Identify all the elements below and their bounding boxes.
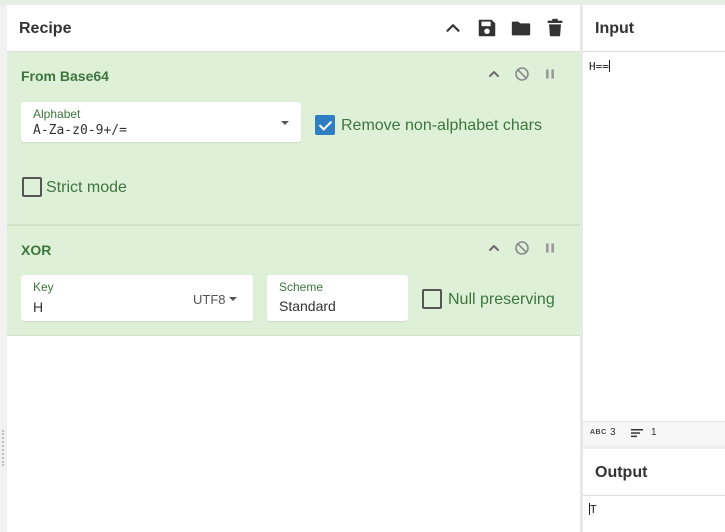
- load-recipe-folder-icon[interactable]: [510, 17, 532, 39]
- input-text: H==: [589, 60, 609, 73]
- left-resize-gutter[interactable]: [0, 5, 7, 532]
- strict-mode-label: Strict mode: [46, 179, 127, 196]
- key-input[interactable]: Key H UTF8: [21, 275, 253, 321]
- text-cursor: [608, 60, 610, 72]
- dropdown-caret-icon: [229, 297, 237, 301]
- collapse-chevron-up-icon[interactable]: [486, 66, 502, 82]
- scheme-select[interactable]: Scheme Standard: [267, 275, 408, 321]
- input-header: Input: [583, 5, 725, 52]
- strict-mode-checkbox[interactable]: [22, 177, 42, 197]
- output-text: T: [590, 503, 597, 516]
- save-recipe-icon[interactable]: [476, 17, 498, 39]
- collapse-all-chevron-up-icon[interactable]: [442, 17, 464, 39]
- disable-operation-icon[interactable]: [514, 240, 530, 256]
- null-preserving-label: Null preserving: [448, 291, 555, 308]
- output-title: Output: [595, 464, 648, 481]
- output-header: Output: [583, 449, 725, 496]
- disable-operation-icon[interactable]: [514, 66, 530, 82]
- output-textarea[interactable]: T: [589, 503, 597, 516]
- alphabet-value: A-Za-z0-9+/=: [33, 123, 127, 138]
- remove-non-alphabet-checkbox[interactable]: [315, 115, 335, 135]
- resize-grip-icon: [2, 430, 4, 466]
- recipe-header: Recipe: [7, 5, 580, 52]
- input-lines-value: 1: [651, 427, 657, 438]
- dropdown-caret-icon: [281, 121, 289, 125]
- key-encoding-dropdown[interactable]: UTF8: [193, 292, 226, 307]
- input-title: Input: [595, 20, 635, 37]
- key-value: H: [33, 299, 44, 315]
- operation-from-base64: From Base64 Alphabet A-Za-z0-9+/= Remove…: [7, 52, 580, 225]
- input-length-value: 3: [610, 427, 616, 438]
- length-abc-icon: ABC: [590, 429, 607, 436]
- alphabet-label: Alphabet: [33, 107, 81, 121]
- collapse-chevron-up-icon[interactable]: [486, 240, 502, 256]
- lines-icon: [631, 428, 643, 438]
- scheme-value: Standard: [279, 298, 336, 314]
- operation-title: From Base64: [21, 68, 109, 84]
- pause-breakpoint-icon[interactable]: [542, 66, 558, 82]
- input-textarea[interactable]: H==: [589, 60, 610, 73]
- input-status-bar: ABC 3 1: [583, 421, 725, 445]
- cyberchef-app: Recipe From Base64 Alphabet A-Za-z0-9+/=: [0, 0, 725, 532]
- alphabet-select[interactable]: Alphabet A-Za-z0-9+/=: [21, 102, 301, 142]
- operation-title: XOR: [21, 242, 52, 258]
- pause-breakpoint-icon[interactable]: [542, 240, 558, 256]
- recipe-title: Recipe: [19, 20, 72, 37]
- clear-recipe-trash-icon[interactable]: [544, 17, 566, 39]
- operation-xor: XOR Key H UTF8 Scheme Standard Null pres…: [7, 225, 580, 336]
- scheme-label: Scheme: [279, 280, 324, 294]
- null-preserving-checkbox[interactable]: [422, 289, 442, 309]
- key-label: Key: [33, 280, 54, 294]
- remove-non-alphabet-label: Remove non-alphabet chars: [341, 117, 543, 134]
